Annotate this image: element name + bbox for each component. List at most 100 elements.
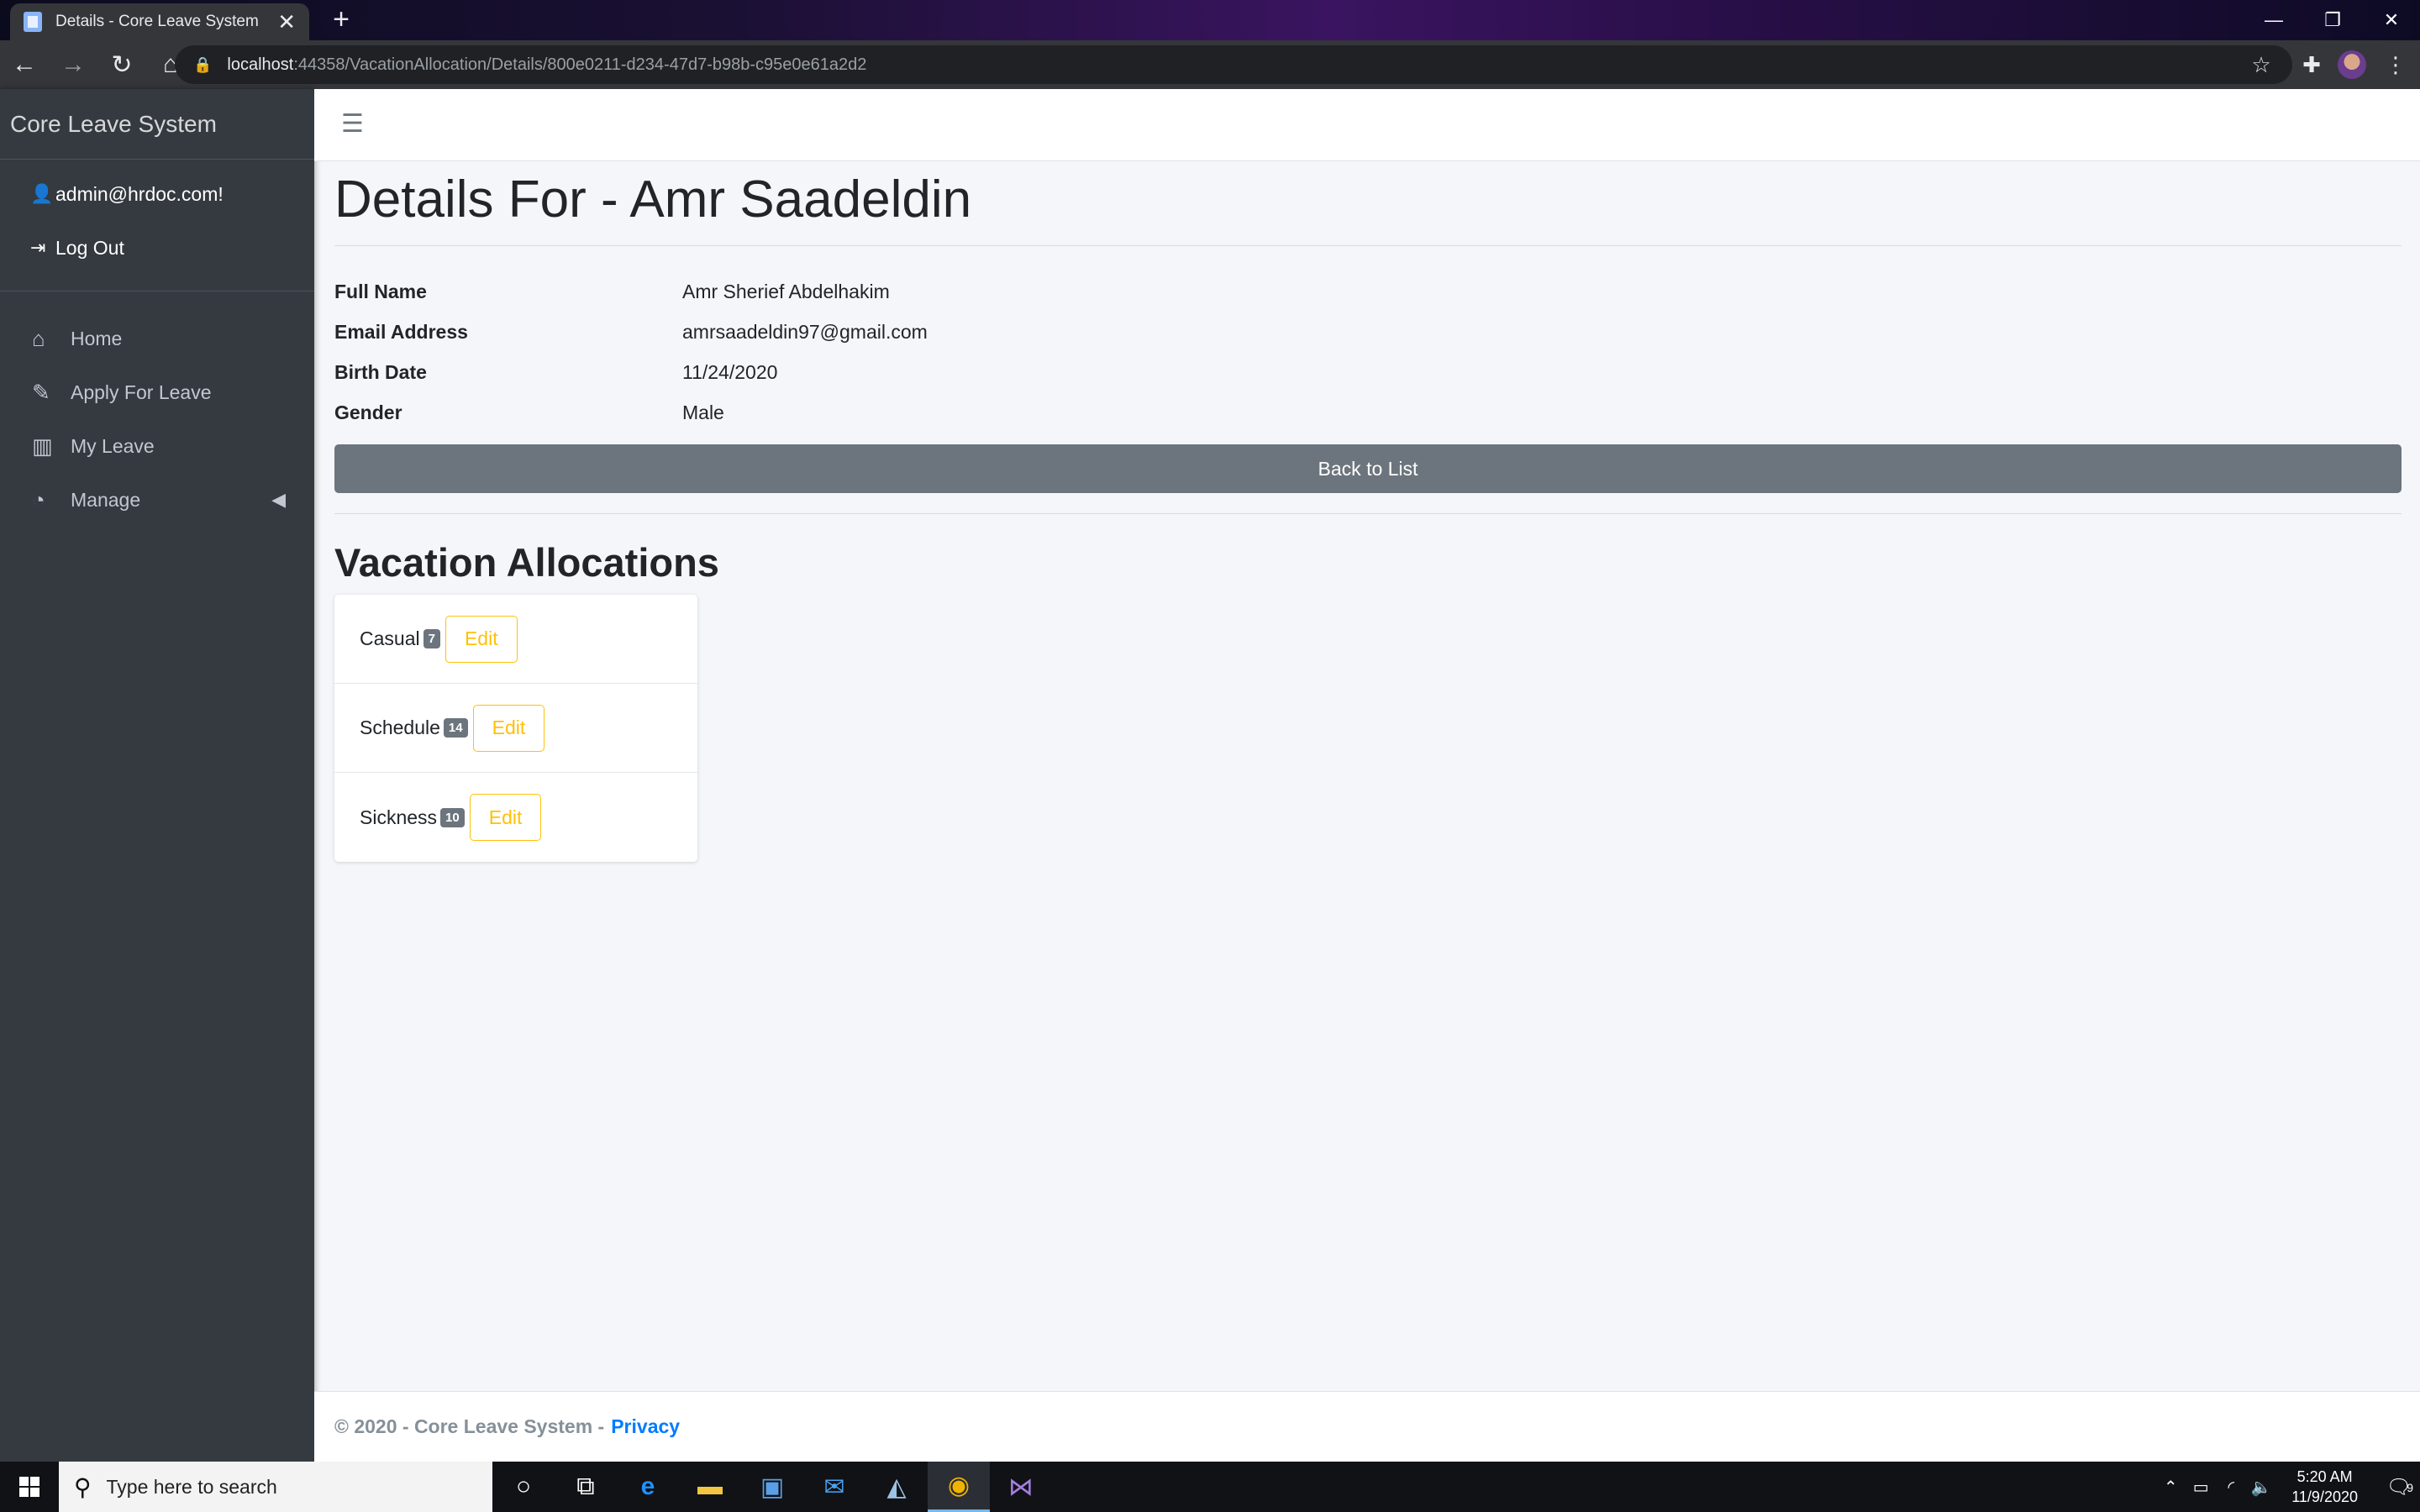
edit-button[interactable]: Edit [472,704,545,752]
sidebar-item-label: Home [71,327,123,349]
details-list: Full Name Amr Sherief Abdelhakim Email A… [334,271,2402,433]
sidebar-item-label: My Leave [71,434,155,457]
days-badge: 10 [440,807,465,827]
notification-icon[interactable]: 🗨 9 [2378,1475,2420,1499]
app-icon[interactable]: ◭ [865,1462,928,1512]
page-title: Details For - Amr Saadeldin [334,171,972,228]
detail-label: Full Name [334,280,427,302]
detail-value: 11/24/2020 [682,360,778,383]
chevron-left-icon: ◀ [271,489,286,510]
store-icon[interactable]: ▣ [741,1462,803,1512]
browser-toolbar: ← → ↻ ⌂ 🔒 localhost:44358/VacationAlloca… [0,40,2420,89]
sidebar-item-manage[interactable]: ◔ Manage ◀ [0,473,314,527]
reload-icon[interactable]: ↻ [97,40,146,89]
user-email: admin@hrdoc.com! [55,182,224,205]
hamburger-menu-icon[interactable]: ☰ [341,109,364,139]
divider [334,245,2402,246]
bookmark-star-icon[interactable]: ☆ [2237,40,2286,89]
allocation-name: Schedule [360,717,440,738]
list-item: Sickness 10 Edit [334,773,697,862]
dashboard-icon: ◔ [32,486,45,512]
minimize-icon[interactable]: — [2249,0,2299,40]
back-icon[interactable]: ← [0,40,49,89]
search-placeholder: Type here to search [106,1475,277,1498]
forward-icon[interactable]: → [49,40,97,89]
browser-tab-strip: Details - Core Leave System ✕ + — ❐ ✕ [0,0,2420,40]
cortana-icon[interactable]: ○ [492,1462,555,1512]
tab-title: Details - Core Leave System [55,13,259,30]
tab-close-icon[interactable]: ✕ [277,9,296,35]
edit-button[interactable]: Edit [469,794,542,841]
address-bar[interactable]: 🔒 localhost:44358/VacationAllocation/Det… [175,45,2292,84]
privacy-link[interactable]: Privacy [611,1415,680,1438]
battery-icon[interactable]: ▭ [2186,1477,2216,1498]
sidebar-item-apply-for-leave[interactable]: ✎ Apply For Leave [0,365,314,419]
user-icon: 👤 [30,183,54,204]
file-explorer-icon[interactable]: ▬ [679,1462,741,1512]
volume-icon[interactable]: 🔈 [2246,1477,2276,1498]
clock[interactable]: 5:20 AM 11/9/2020 [2291,1467,2358,1507]
profile-avatar[interactable] [2328,40,2376,89]
menu-dots-icon[interactable]: ⋮ [2371,40,2420,89]
chevron-up-icon[interactable]: ⌃ [2155,1477,2186,1498]
sidebar-item-label: Apply For Leave [71,381,212,403]
restore-icon[interactable]: ❐ [2307,0,2358,40]
detail-label: Gender [334,401,402,423]
allocation-name: Sickness [360,806,438,828]
edit-button[interactable]: Edit [445,615,518,663]
detail-label: Email Address [334,320,468,343]
main-header: ☰ [314,89,2420,161]
search-icon: ⚲ [74,1473,92,1500]
sidebar-item-home[interactable]: ⌂ Home [0,312,314,365]
detail-row-email: Email Address amrsaadeldin97@gmail.com [334,312,2402,352]
user-panel: 👤 admin@hrdoc.com! ⇥ Log Out [0,160,314,291]
book-icon: ▥ [32,433,53,459]
days-badge: 7 [423,629,440,648]
sidebar-item-label: Manage [71,488,141,511]
divider [334,513,2402,514]
detail-value: amrsaadeldin97@gmail.com [682,320,928,343]
allocation-list: Casual 7 Edit Schedule 14 Edit Sickness … [334,595,697,862]
days-badge: 14 [443,718,468,738]
url-path: :44358/VacationAllocation/Details/800e02… [293,55,867,74]
detail-value: Amr Sherief Abdelhakim [682,280,890,302]
logout-label: Log Out [55,236,124,259]
page-favicon-icon [24,12,42,32]
start-button[interactable] [0,1462,59,1512]
home-icon: ⌂ [32,325,45,351]
task-view-icon[interactable]: ⧉ [555,1462,617,1512]
detail-value: Male [682,401,724,423]
windows-logo-icon [19,1477,39,1497]
brand-link[interactable]: Core Leave System [0,89,314,160]
detail-row-birth-date: Birth Date 11/24/2020 [334,352,2402,392]
allocation-name: Casual [360,627,420,649]
close-window-icon[interactable]: ✕ [2366,0,2417,40]
browser-tab[interactable]: Details - Core Leave System ✕ [10,3,309,40]
sidebar: Core Leave System 👤 admin@hrdoc.com! ⇥ L… [0,89,314,1462]
wifi-icon[interactable]: ◜ [2216,1477,2246,1498]
logout-link[interactable]: ⇥ Log Out [0,220,314,276]
new-tab-button[interactable]: + [326,5,356,35]
main-content: Details For - Amr Saadeldin Full Name Am… [334,161,2402,862]
sign-out-icon: ⇥ [30,237,46,258]
lock-icon: 🔒 [193,55,213,73]
chrome-icon[interactable]: ◉ [928,1462,990,1512]
system-tray: ⌃ ▭ ◜ 🔈 5:20 AM 11/9/2020 🗨 9 [2155,1462,2420,1512]
detail-row-full-name: Full Name Amr Sherief Abdelhakim [334,271,2402,312]
clock-time: 5:20 AM [2296,1468,2353,1485]
clock-date: 11/9/2020 [2291,1488,2358,1505]
taskbar: ⚲ Type here to search ○ ⧉ e ▬ ▣ ✉ ◭ ◉ ⋈ … [0,1462,2420,1512]
detail-label: Birth Date [334,360,427,383]
user-email-link[interactable]: 👤 admin@hrdoc.com! [0,166,314,222]
copyright-text: © 2020 - Core Leave System - [334,1415,605,1437]
taskbar-search-box[interactable]: ⚲ Type here to search [59,1462,492,1512]
edge-icon[interactable]: e [617,1462,679,1512]
pencil-icon: ✎ [32,379,50,405]
back-to-list-button[interactable]: Back to List [334,444,2402,493]
section-title: Vacation Allocations [334,540,719,585]
sidebar-item-my-leave[interactable]: ▥ My Leave [0,419,314,473]
notification-count: 9 [2407,1480,2413,1494]
visual-studio-icon[interactable]: ⋈ [990,1462,1052,1512]
mail-icon[interactable]: ✉ [803,1462,865,1512]
list-item: Schedule 14 Edit [334,684,697,773]
